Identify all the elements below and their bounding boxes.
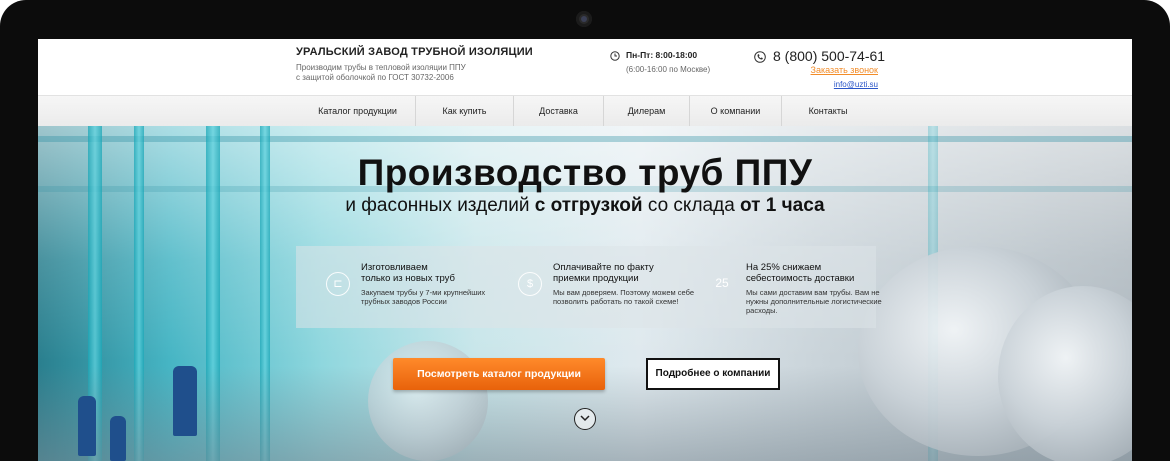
money-icon: $ [518,272,542,296]
brand-subtitle-line: с защитой оболочкой по ГОСТ 30732-2006 [296,73,454,82]
device-frame: УРАЛЬСКИЙ ЗАВОД ТРУБНОЙ ИЗОЛЯЦИИ Произво… [0,0,1170,461]
feature-title: На 25% снижаем себестоимость доставки [746,262,896,284]
feature-title-line: На 25% снижаем [746,262,822,273]
nav-item-contacts[interactable]: Контакты [782,96,874,126]
feature-text: Мы сами доставим вам трубы. Вам не нужны… [746,288,882,315]
hours-note: (6:00-16:00 по Москве) [626,65,711,74]
brand-title[interactable]: УРАЛЬСКИЙ ЗАВОД ТРУБНОЙ ИЗОЛЯЦИИ [296,46,533,58]
nav-item-about[interactable]: О компании [690,96,782,126]
nav-item-how-to-buy[interactable]: Как купить [416,96,514,126]
phone-icon [754,51,766,63]
brand-subtitle: Производим трубы в тепловой изоляции ППУ… [296,63,496,83]
brand-subtitle-line: Производим трубы в тепловой изоляции ППУ [296,63,466,72]
feature-title: Изготовливаем только из новых труб [361,262,511,284]
features-panel: ⊏ Изготовливаем только из новых труб Зак… [296,246,882,328]
feature-title: Оплачивайте по факту приемки продукции [553,262,703,284]
browser-viewport: УРАЛЬСКИЙ ЗАВОД ТРУБНОЙ ИЗОЛЯЦИИ Произво… [38,39,1132,461]
hours-main: Пн-Пт: 8:00-18:00 [626,50,698,60]
camera-icon [576,11,592,27]
callback-link[interactable]: Заказать звонок [811,65,878,75]
feature-title-line: Изготовливаем [361,262,428,273]
feature-title-line: только из новых труб [361,273,455,284]
main-nav: Каталог продукции Как купить Доставка Ди… [38,95,1132,127]
phone-number[interactable]: 8 (800) 500-74-61 [773,48,885,64]
clock-icon [610,51,620,61]
percent-icon: 25 [715,276,729,290]
feature-text: Закупаем трубы у 7-ми крупнейших трубных… [361,288,486,306]
hero-section: Производство труб ППУ и фасонных изделий… [38,126,1132,461]
nav-item-delivery[interactable]: Доставка [514,96,604,126]
hero-subtitle-highlight: от 1 часа [740,195,825,216]
chevron-down-icon [580,415,590,422]
nav-item-dealers[interactable]: Дилерам [604,96,690,126]
pipe-icon: ⊏ [326,272,350,296]
hero-background [38,136,1132,142]
hero-title: Производство труб ППУ [357,152,813,193]
feature-title-line: себестоимость доставки [746,273,855,284]
hero-subtitle-text: со склада [642,195,741,216]
hero-background [173,366,197,436]
scroll-down-button[interactable] [574,408,596,430]
view-catalog-button[interactable]: Посмотреть каталог продукции [393,358,605,390]
feature-title-line: приемки продукции [553,273,639,284]
hero-subtitle-text: и фасонных изделий [345,195,535,216]
about-company-button[interactable]: Подробнее о компании [646,358,780,390]
hero-subtitle: и фасонных изделий с отгрузкой со склада… [38,195,1132,217]
hero-background [110,416,126,461]
feature-title-line: Оплачивайте по факту [553,262,654,273]
hero-subtitle-highlight: с отгрузкой [534,195,643,216]
feature-text: Мы вам доверяем. Поэтому можем себе позв… [553,288,695,306]
email-link[interactable]: info@uzti.su [834,80,878,89]
site-header: УРАЛЬСКИЙ ЗАВОД ТРУБНОЙ ИЗОЛЯЦИИ Произво… [38,39,1132,95]
nav-item-catalog[interactable]: Каталог продукции [300,96,416,126]
hero-background [78,396,96,456]
